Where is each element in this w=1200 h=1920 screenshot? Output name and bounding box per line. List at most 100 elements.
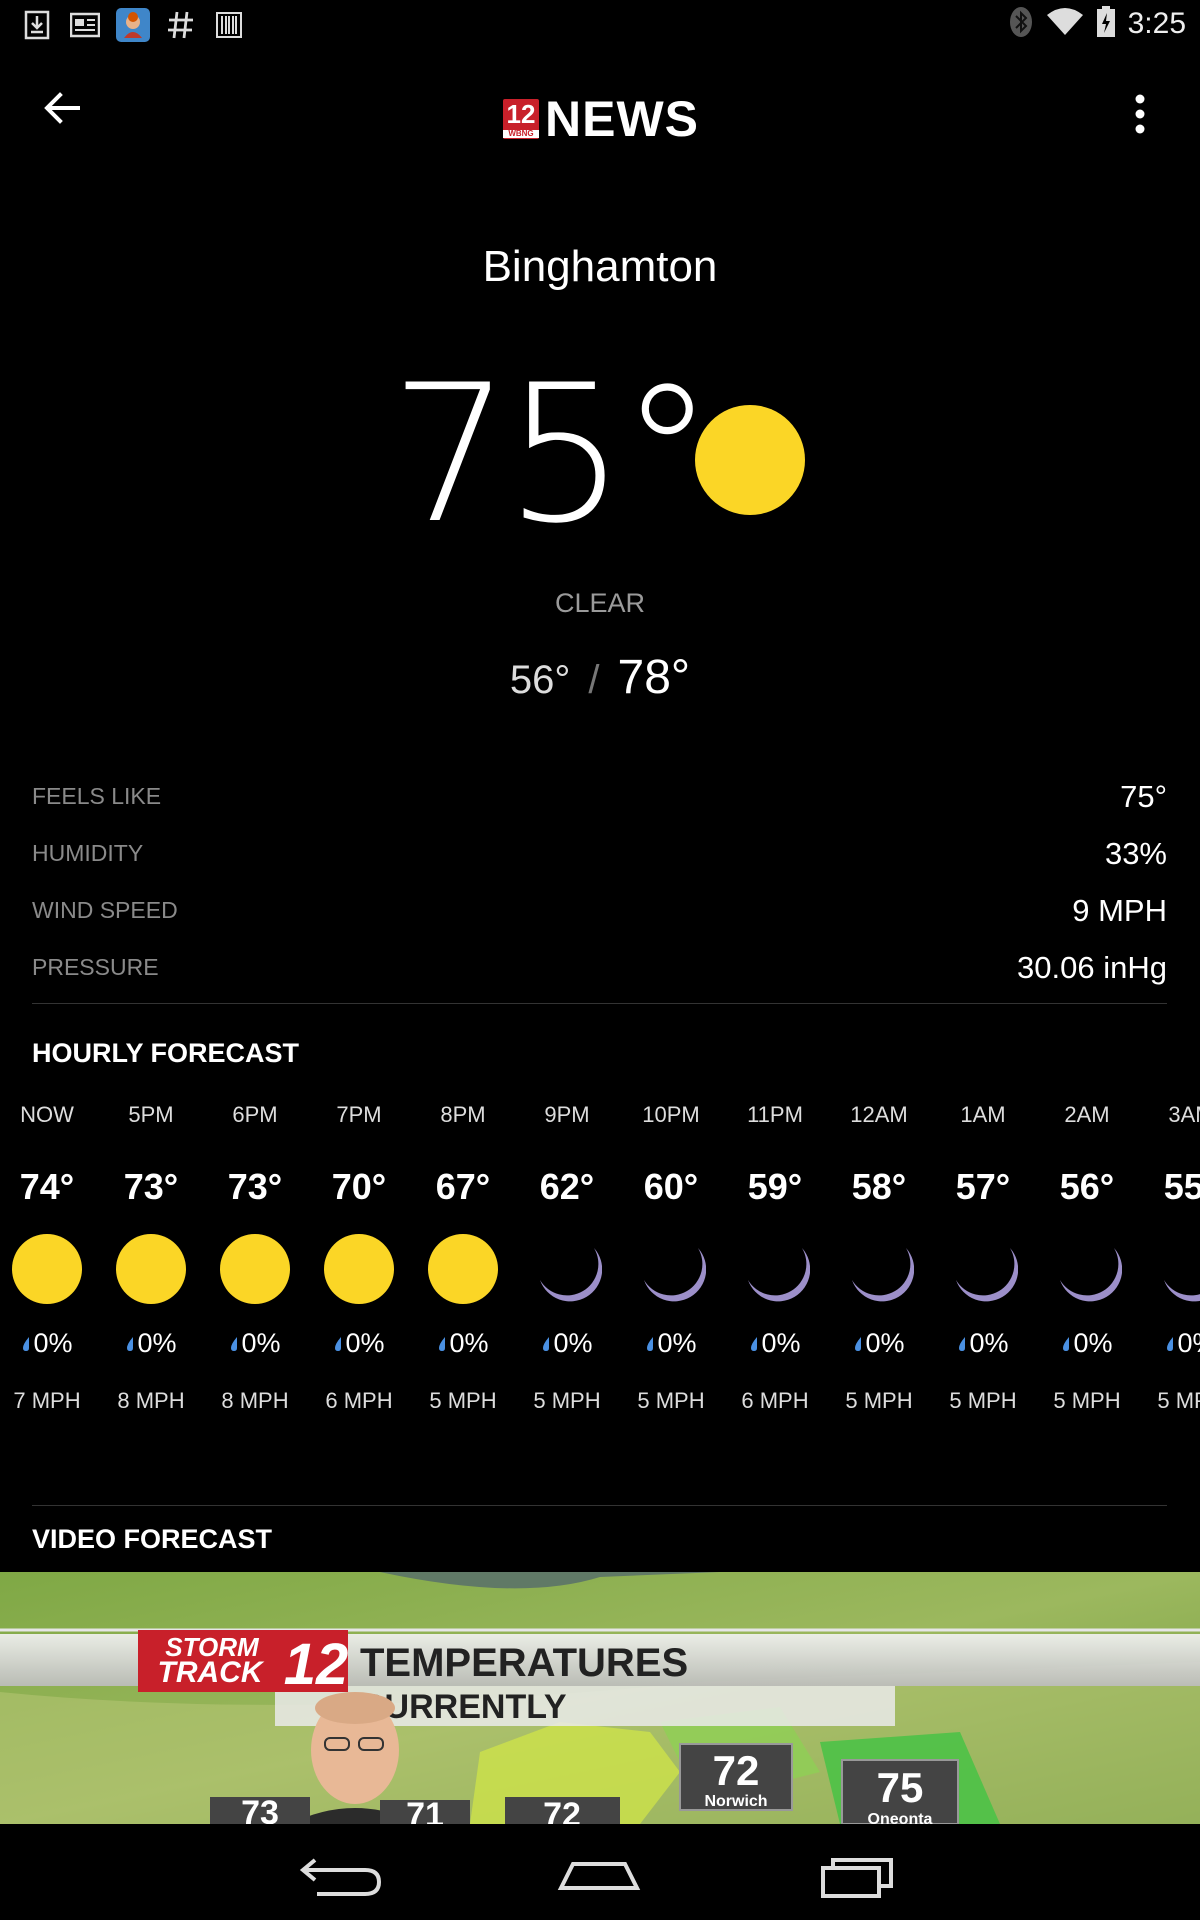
condition-text: CLEAR bbox=[554, 588, 646, 618]
battery-icon bbox=[1096, 6, 1116, 42]
raindrop-icon bbox=[437, 1326, 447, 1360]
hour-temp: 73° bbox=[227, 1166, 283, 1207]
app-avatar-icon bbox=[116, 8, 150, 42]
bluetooth-icon bbox=[1008, 6, 1034, 42]
hour-wind: 5 MPH bbox=[429, 1388, 497, 1413]
station-logo: 12 WBNG NEWS bbox=[503, 90, 699, 148]
detail-label: HUMIDITY bbox=[32, 840, 144, 866]
hourly-item: 11PM 59° 0% 6 MPH bbox=[723, 1100, 827, 1414]
hour-time: 7PM bbox=[336, 1102, 382, 1127]
hourly-item: 6PM 73° 0% 8 MPH bbox=[203, 1100, 307, 1414]
overflow-menu-button[interactable] bbox=[1110, 84, 1170, 144]
city-name: Binghamton bbox=[482, 242, 718, 291]
clock: 3:25 bbox=[1127, 7, 1186, 40]
hourly-item: 3AM 55° 0% 5 MPH bbox=[1139, 1100, 1200, 1414]
hour-precip-value: 0% bbox=[33, 1328, 73, 1358]
hour-wind: 6 MPH bbox=[741, 1388, 809, 1413]
logo-callsign: WBNG bbox=[503, 130, 539, 138]
hourly-item: 2AM 56° 0% 5 MPH bbox=[1035, 1100, 1139, 1414]
detail-pressure: PRESSURE 30.06 inHg bbox=[32, 939, 1167, 996]
hour-time: 2AM bbox=[1064, 1102, 1110, 1127]
video-forecast-title: VIDEO FORECAST bbox=[32, 1524, 273, 1554]
temp-marker-norwich: 72 Norwich bbox=[679, 1743, 793, 1811]
low-temp: 56° bbox=[509, 658, 571, 702]
video-brand-number: 12 bbox=[284, 1632, 349, 1697]
hour-wind: 8 MPH bbox=[221, 1388, 289, 1413]
hour-precip: 0% bbox=[827, 1326, 931, 1360]
hour-time: 1AM bbox=[960, 1102, 1006, 1127]
nav-back-button[interactable] bbox=[293, 1846, 393, 1902]
hour-precip: 0% bbox=[1139, 1326, 1200, 1360]
more-vert-icon bbox=[1135, 94, 1145, 134]
hour-temp: 56° bbox=[1059, 1166, 1115, 1207]
hour-precip-value: 0% bbox=[865, 1328, 905, 1358]
hour-precip-value: 0% bbox=[969, 1328, 1009, 1358]
hour-wind: 5 MPH bbox=[1053, 1388, 1121, 1413]
hourly-item: NOW 74° 0% 7 MPH bbox=[0, 1100, 99, 1414]
hour-wind: 5 MPH bbox=[1157, 1388, 1200, 1413]
logo-badge: 12 WBNG bbox=[503, 99, 539, 139]
hourly-forecast-title: HOURLY FORECAST bbox=[32, 1038, 300, 1068]
detail-value: 75° bbox=[1120, 778, 1167, 814]
hour-precip: 0% bbox=[931, 1326, 1035, 1360]
hour-time: 5PM bbox=[128, 1102, 174, 1127]
hour-precip-value: 0% bbox=[553, 1328, 593, 1358]
hour-time: 12AM bbox=[850, 1102, 908, 1127]
detail-feels-like: FEELS LIKE 75° bbox=[32, 768, 1167, 825]
sun-icon bbox=[428, 1234, 498, 1304]
hour-wind: 5 MPH bbox=[845, 1388, 913, 1413]
nav-recents-button[interactable] bbox=[807, 1846, 907, 1902]
map-temp: 71 bbox=[406, 1796, 444, 1824]
hour-temp: 58° bbox=[851, 1166, 907, 1207]
temp-marker: 73 bbox=[210, 1794, 310, 1824]
hour-time: 9PM bbox=[544, 1102, 590, 1127]
detail-value: 33% bbox=[1104, 835, 1167, 871]
hour-precip: 0% bbox=[1035, 1326, 1139, 1360]
hour-wind: 7 MPH bbox=[13, 1388, 81, 1413]
video-thumbnail: STORM TRACK 12 TEMPERATURES CURRENTLY 73… bbox=[0, 1572, 1200, 1824]
navigation-bar bbox=[0, 1824, 1200, 1920]
temp-marker: 71 bbox=[380, 1796, 470, 1824]
detail-humidity: HUMIDITY 33% bbox=[32, 825, 1167, 882]
wifi-icon bbox=[1046, 7, 1084, 41]
raindrop-icon bbox=[541, 1326, 551, 1360]
hour-time: NOW bbox=[20, 1102, 74, 1127]
sun-icon bbox=[12, 1234, 82, 1304]
hourly-item: 8PM 67° 0% 5 MPH bbox=[411, 1100, 515, 1414]
hour-temp: 57° bbox=[955, 1166, 1011, 1207]
hour-precip-value: 0% bbox=[241, 1328, 281, 1358]
hour-precip: 0% bbox=[411, 1326, 515, 1360]
video-forecast-player[interactable]: STORM TRACK 12 TEMPERATURES CURRENTLY 73… bbox=[0, 1572, 1200, 1824]
hour-wind: 5 MPH bbox=[637, 1388, 705, 1413]
hourly-item: 7PM 70° 0% 6 MPH bbox=[307, 1100, 411, 1414]
hour-wind: 8 MPH bbox=[117, 1388, 185, 1413]
notification-icons bbox=[20, 8, 246, 42]
moon-icon bbox=[1156, 1234, 1200, 1304]
hourly-item: 10PM 60° 0% 5 MPH bbox=[619, 1100, 723, 1414]
hilo-separator: / bbox=[588, 658, 600, 702]
hour-precip: 0% bbox=[99, 1326, 203, 1360]
nav-home-icon bbox=[557, 1862, 641, 1890]
details-list: FEELS LIKE 75° HUMIDITY 33% WIND SPEED 9… bbox=[32, 768, 1167, 996]
detail-value: 30.06 inHg bbox=[1017, 949, 1167, 985]
raindrop-icon bbox=[125, 1326, 135, 1360]
hourly-forecast-strip[interactable]: NOW 74° 0% 7 MPH 5PM 73° 0% 8 MPH 6PM 73° 0% 8 MPH 7… bbox=[0, 1100, 1200, 1440]
sun-icon bbox=[324, 1234, 394, 1304]
hourly-item: 1AM 57° 0% 5 MPH bbox=[931, 1100, 1035, 1414]
hour-time: 3AM bbox=[1168, 1102, 1200, 1127]
nav-home-button[interactable] bbox=[549, 1846, 649, 1902]
hour-temp: 55° bbox=[1163, 1166, 1200, 1207]
hour-precip: 0% bbox=[723, 1326, 827, 1360]
hour-time: 6PM bbox=[232, 1102, 278, 1127]
hour-time: 10PM bbox=[642, 1102, 700, 1127]
hour-precip-value: 0% bbox=[449, 1328, 489, 1358]
back-button[interactable] bbox=[42, 88, 102, 144]
hour-wind: 5 MPH bbox=[949, 1388, 1017, 1413]
high-low: 56° / 78° bbox=[0, 650, 1200, 705]
arrow-back-icon bbox=[44, 92, 80, 124]
hour-time: 8PM bbox=[440, 1102, 486, 1127]
raindrop-icon bbox=[229, 1326, 239, 1360]
nav-back-icon bbox=[299, 1858, 382, 1896]
moon-icon bbox=[532, 1234, 603, 1304]
app-bar: 12 WBNG NEWS bbox=[0, 60, 1200, 170]
